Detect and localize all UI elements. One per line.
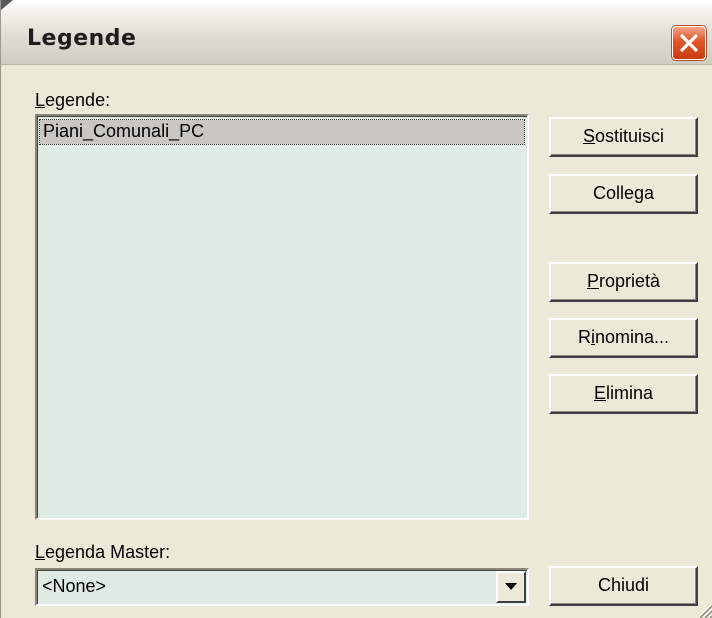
- legends-label: Legende:: [35, 90, 110, 111]
- link-button-label-pre: Colle: [592, 183, 634, 203]
- link-button-label-post: a: [644, 183, 655, 203]
- close-icon: [680, 34, 698, 52]
- replace-button[interactable]: Sostituisci: [549, 117, 698, 157]
- master-legend-label-accel: L: [35, 542, 46, 562]
- close-button[interactable]: [672, 26, 706, 60]
- delete-button-accel: E: [593, 383, 606, 403]
- close-dialog-button[interactable]: Chiudi: [549, 566, 698, 606]
- replace-button-label-rest: ostituisci: [594, 126, 665, 146]
- legends-dialog: Legende Legende: Piani_Comunali_PC Sosti…: [0, 0, 712, 618]
- master-legend-label: Legenda Master:: [35, 542, 170, 563]
- properties-button-accel: P: [586, 271, 599, 291]
- master-legend-select[interactable]: <None>: [35, 568, 529, 606]
- dropdown-button[interactable]: [496, 571, 526, 603]
- master-legend-label-rest: egenda Master:: [45, 542, 171, 562]
- legends-label-accel: L: [35, 90, 46, 110]
- rename-button-label-pre: R: [577, 327, 591, 347]
- chevron-down-icon: [505, 583, 517, 590]
- master-legend-value: <None>: [42, 576, 107, 596]
- properties-button-label-rest: roprietà: [598, 271, 661, 291]
- title-bar[interactable]: Legende: [1, 0, 712, 65]
- properties-button[interactable]: Proprietà: [549, 262, 698, 302]
- legends-listbox[interactable]: Piani_Comunali_PC: [35, 114, 529, 520]
- delete-button[interactable]: Elimina: [549, 374, 698, 414]
- link-button-accel: g: [634, 183, 645, 203]
- rename-button[interactable]: Rinomina...: [549, 318, 698, 358]
- delete-button-label-rest: limina: [606, 383, 654, 403]
- link-button[interactable]: Collega: [549, 174, 698, 214]
- rename-button-label-post: nomina...: [594, 327, 670, 347]
- list-item[interactable]: Piani_Comunali_PC: [39, 119, 525, 145]
- legends-label-rest: egende:: [45, 90, 111, 110]
- resize-grip-icon[interactable]: [694, 600, 712, 618]
- window-title: Legende: [27, 26, 137, 51]
- title-bar-corner: [1, 0, 13, 10]
- replace-button-accel: S: [582, 126, 595, 146]
